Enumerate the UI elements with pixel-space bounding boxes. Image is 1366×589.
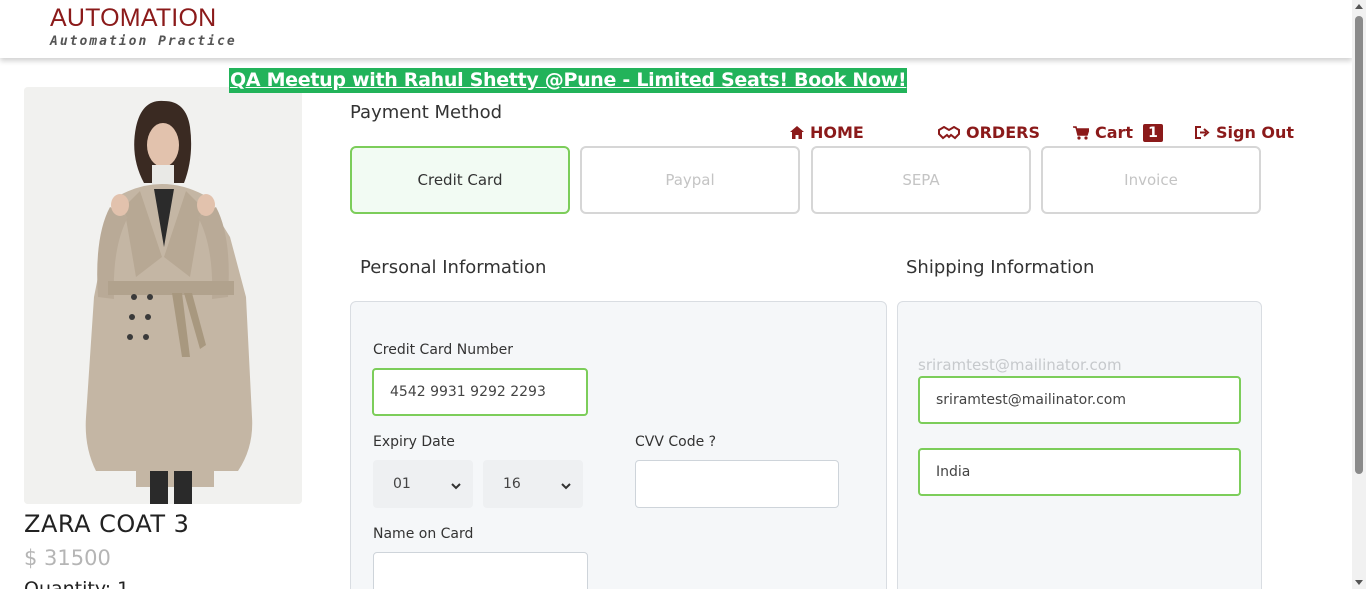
payment-tab-invoice[interactable]: Invoice — [1041, 146, 1261, 214]
chevron-down-icon — [451, 478, 461, 494]
shipping-info-panel — [897, 301, 1262, 589]
nav-home[interactable]: HOME — [790, 123, 864, 142]
nav-orders[interactable]: ORDERS — [938, 123, 1040, 142]
signout-icon — [1195, 126, 1210, 139]
cvv-input[interactable] — [635, 460, 839, 508]
page-scrollbar[interactable] — [1352, 0, 1366, 589]
promo-banner: QA Meetup with Rahul Shetty @Pune - Limi… — [229, 68, 908, 93]
cart-icon — [1073, 125, 1089, 140]
checkout-page: AUTOMATION Automation Practice QA Meetup… — [0, 0, 1366, 589]
scroll-down-arrow-icon[interactable] — [1355, 580, 1363, 585]
nav-cart-label: Cart — [1095, 123, 1134, 142]
logo-title: AUTOMATION — [50, 4, 217, 32]
card-number-label: Credit Card Number — [373, 342, 513, 358]
chevron-down-icon — [561, 478, 571, 494]
handshake-icon — [938, 125, 960, 140]
expiry-date-label: Expiry Date — [373, 434, 455, 450]
shipping-country-input[interactable]: India — [918, 448, 1241, 496]
cvv-label: CVV Code ? — [635, 434, 717, 450]
product-quantity: Quantity: 1 — [24, 578, 130, 589]
home-icon — [790, 126, 804, 139]
top-header: AUTOMATION Automation Practice — [0, 0, 1352, 58]
coat-illustration — [24, 87, 302, 504]
expiry-month-value: 01 — [393, 476, 411, 492]
cart-count-badge: 1 — [1143, 123, 1163, 142]
shipping-info-heading: Shipping Information — [906, 257, 1095, 278]
product-name: ZARA COAT 3 — [24, 510, 190, 538]
payment-tab-paypal[interactable]: Paypal — [580, 146, 800, 214]
payment-method-heading: Payment Method — [350, 102, 503, 123]
scroll-up-arrow-icon[interactable] — [1355, 4, 1363, 9]
nav-signout[interactable]: Sign Out — [1195, 123, 1294, 142]
payment-tab-credit-card[interactable]: Credit Card — [350, 146, 570, 214]
promo-banner-link[interactable]: QA Meetup with Rahul Shetty @Pune - Limi… — [230, 69, 907, 91]
nav-signout-label: Sign Out — [1216, 123, 1295, 142]
name-on-card-input[interactable] — [373, 552, 588, 589]
shipping-email-input[interactable]: sriramtest@mailinator.com — [918, 376, 1241, 424]
scrollbar-thumb[interactable] — [1355, 16, 1363, 474]
card-number-input[interactable]: 4542 9931 9292 2293 — [372, 368, 588, 416]
nav-orders-label: ORDERS — [966, 123, 1040, 142]
product-image — [24, 87, 302, 504]
expiry-month-select[interactable]: 01 — [373, 460, 473, 508]
logo-subtitle: Automation Practice — [50, 34, 237, 49]
payment-tab-sepa[interactable]: SEPA — [811, 146, 1031, 214]
nav-cart[interactable]: Cart 1 — [1073, 123, 1163, 142]
name-on-card-label: Name on Card — [373, 526, 474, 542]
expiry-year-value: 16 — [503, 476, 521, 492]
nav-home-label: HOME — [810, 123, 864, 142]
shipping-email-display: sriramtest@mailinator.com — [918, 356, 1122, 374]
personal-info-heading: Personal Information — [360, 257, 547, 278]
product-price: $ 31500 — [24, 546, 111, 570]
expiry-year-select[interactable]: 16 — [483, 460, 583, 508]
